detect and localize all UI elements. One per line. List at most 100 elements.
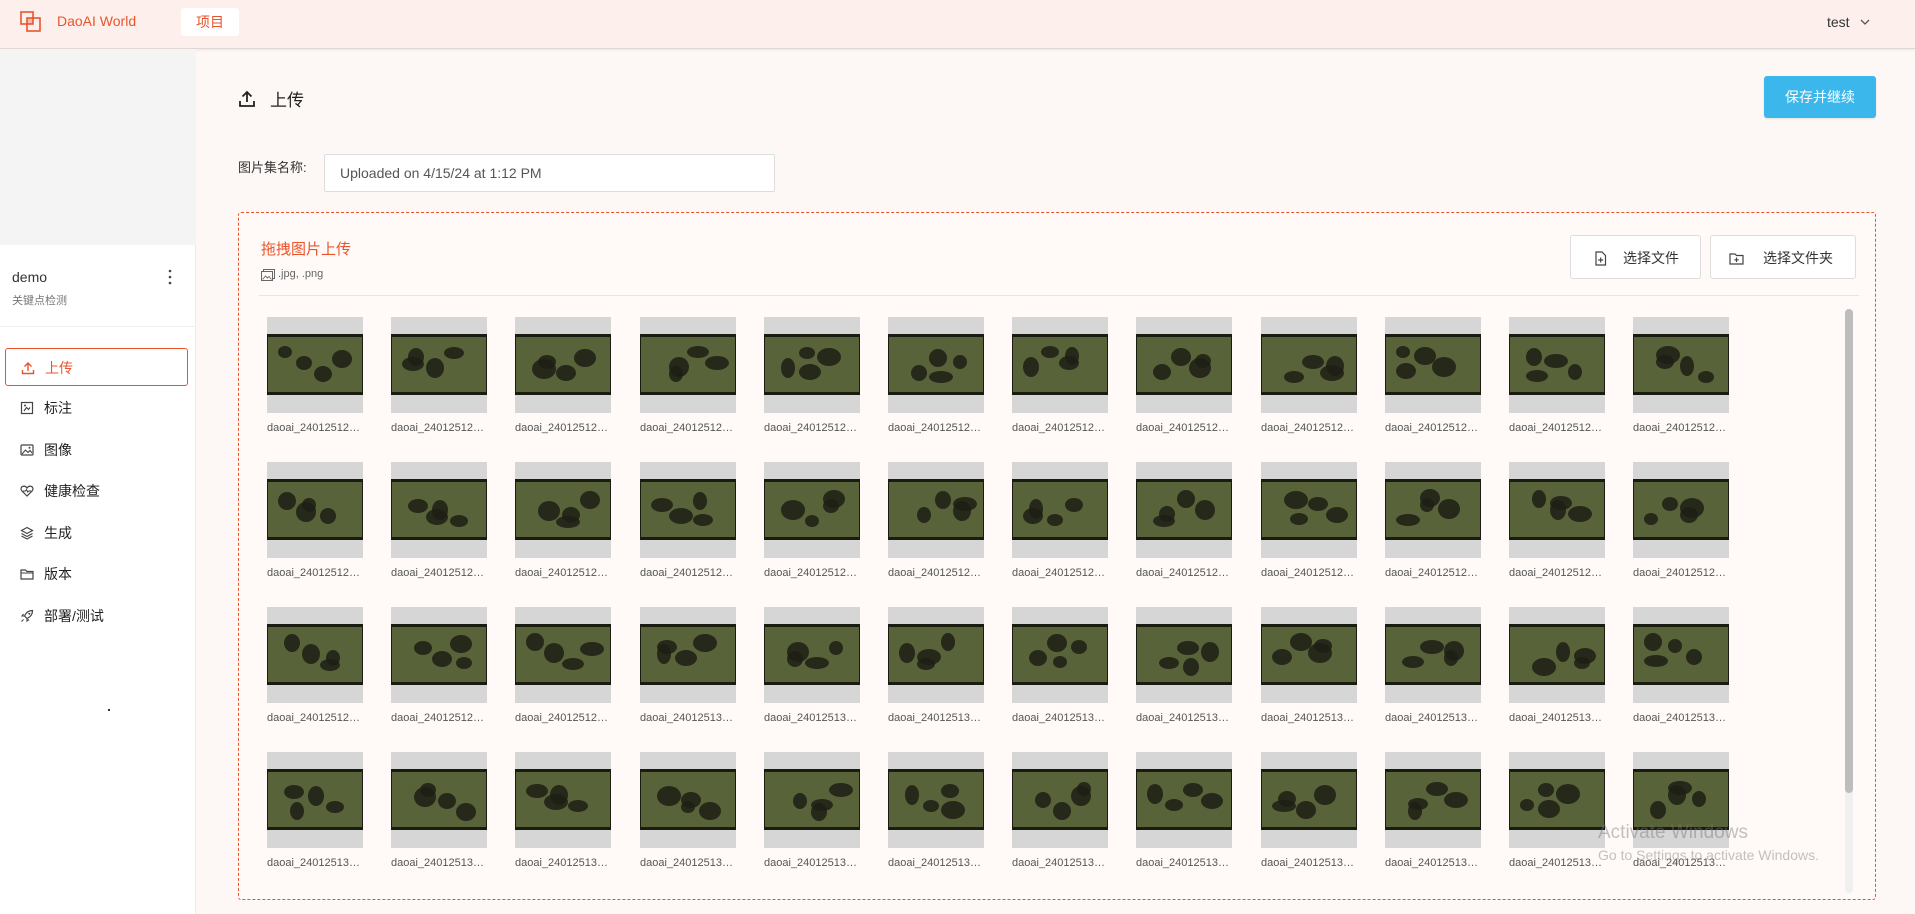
thumbnail-filename: daoai_240125125... [267,712,363,724]
annotate-icon [20,401,34,415]
image-thumbnail[interactable]: daoai_240125130... [1509,607,1605,724]
image-thumbnail[interactable]: daoai_240125130... [888,607,984,724]
thumbnail-image [640,317,736,413]
thumbnail-image [1012,752,1108,848]
scrollbar[interactable] [1845,309,1853,893]
image-thumbnail[interactable]: daoai_240125125... [515,462,611,579]
image-thumbnail[interactable]: daoai_240125130... [640,752,736,869]
top-bar: DaoAI World 项目 test [0,0,1915,49]
brand-name[interactable]: DaoAI World [57,13,136,29]
thumbnail-image [267,317,363,413]
image-thumbnail[interactable]: daoai_240125125... [267,462,363,579]
image-thumbnail[interactable]: daoai_240125130... [1136,752,1232,869]
sidebar-item-label: 生成 [44,525,72,541]
image-thumbnail[interactable]: daoai_240125125... [888,462,984,579]
thumbnail-photo [391,769,487,830]
thumbnail-photo [1633,624,1729,685]
image-thumbnail[interactable]: daoai_240125125... [1633,462,1729,579]
nav-projects[interactable]: 项目 [181,8,239,36]
image-thumbnail[interactable]: daoai_240125130... [1385,607,1481,724]
image-thumbnail[interactable]: daoai_240125125... [764,462,860,579]
image-thumbnail[interactable]: daoai_240125130... [764,752,860,869]
image-thumbnail[interactable]: daoai_240125125... [267,607,363,724]
sidebar-item-upload[interactable]: 上传 [5,348,188,386]
image-thumbnail[interactable]: daoai_240125124... [391,317,487,434]
image-thumbnail[interactable]: daoai_240125125... [1385,462,1481,579]
thumbnail-filename: daoai_240125124... [888,422,984,434]
thumbnail-photo [764,624,860,685]
image-thumbnail[interactable]: daoai_240125125... [1012,317,1108,434]
image-thumbnail[interactable]: daoai_240125130... [1509,752,1605,869]
image-thumbnail[interactable]: daoai_240125125... [1385,317,1481,434]
image-thumbnail[interactable]: daoai_240125125... [515,607,611,724]
sidebar-item-annotate[interactable]: 标注 [5,389,188,427]
image-thumbnail[interactable]: daoai_240125125... [1509,317,1605,434]
image-thumbnail[interactable]: daoai_240125130... [267,752,363,869]
image-thumbnail[interactable]: daoai_240125124... [267,317,363,434]
thumbnail-image [888,462,984,558]
thumbnail-filename: daoai_240125130... [267,857,363,869]
image-set-name-input[interactable] [324,154,775,192]
thumbnail-image [888,752,984,848]
image-thumbnail[interactable]: daoai_240125125... [1136,462,1232,579]
image-thumbnail[interactable]: daoai_240125124... [640,317,736,434]
image-thumbnail[interactable]: daoai_240125124... [764,317,860,434]
image-thumbnail[interactable]: daoai_240125130... [1012,607,1108,724]
image-thumbnail[interactable]: daoai_240125130... [1136,607,1232,724]
upload-dropzone[interactable]: 拖拽图片上传 .jpg, .png 选择文件 选择文件夹 daoai_24012… [238,212,1876,900]
image-thumbnail[interactable]: daoai_240125125... [1261,317,1357,434]
thumbnail-photo [1509,334,1605,395]
thumbnail-image [1261,462,1357,558]
thumbnail-photo [267,334,363,395]
image-thumbnail[interactable]: daoai_240125124... [888,317,984,434]
image-thumbnail[interactable]: daoai_240125125... [1136,317,1232,434]
scrollbar-thumb[interactable] [1845,309,1853,793]
image-thumbnail[interactable]: daoai_240125130... [391,752,487,869]
thumbnail-filename: daoai_240125125... [1633,567,1729,579]
sidebar-item-generate[interactable]: 生成 [5,514,188,552]
thumbnail-image [1509,317,1605,413]
sidebar-item-deploy[interactable]: 部署/测试 [5,597,188,635]
thumbnail-filename: daoai_240125130... [515,857,611,869]
sidebar: demo 关键点检测 上传 标注 图像 健康检查 生成 版本 部署/测试 [0,49,196,914]
image-thumbnail[interactable]: daoai_240125125... [1633,317,1729,434]
more-vertical-icon[interactable] [166,268,174,286]
image-thumbnail[interactable]: daoai_240125124... [515,317,611,434]
image-thumbnail[interactable]: daoai_240125125... [1012,462,1108,579]
image-thumbnail[interactable]: daoai_240125125... [391,607,487,724]
image-thumbnail[interactable]: daoai_240125130... [1261,752,1357,869]
image-thumbnail[interactable]: daoai_240125130... [888,752,984,869]
image-thumbnail[interactable]: daoai_240125125... [1509,462,1605,579]
image-thumbnail[interactable]: daoai_240125130... [1012,752,1108,869]
thumbnail-photo [1509,479,1605,540]
save-and-continue-button[interactable]: 保存并继续 [1764,76,1876,118]
image-thumbnail[interactable]: daoai_240125130... [764,607,860,724]
select-file-button[interactable]: 选择文件 [1570,235,1701,279]
thumbnail-photo [515,334,611,395]
sidebar-item-health-check[interactable]: 健康检查 [5,472,188,510]
thumbnail-image [888,607,984,703]
thumbnail-photo [888,479,984,540]
thumbnail-image [1012,317,1108,413]
image-thumbnail[interactable]: daoai_240125125... [640,462,736,579]
daoai-logo-icon[interactable] [19,10,43,34]
image-thumbnail[interactable]: daoai_240125130... [515,752,611,869]
select-folder-button[interactable]: 选择文件夹 [1710,235,1856,279]
thumbnail-photo [1136,479,1232,540]
sidebar-item-versions[interactable]: 版本 [5,555,188,593]
sidebar-item-label: 上传 [45,360,73,376]
image-thumbnail[interactable]: daoai_240125130... [1385,752,1481,869]
thumbnail-photo [515,624,611,685]
user-menu[interactable]: test [1827,14,1850,30]
image-thumbnail[interactable]: daoai_240125130... [1633,607,1729,724]
image-thumbnail[interactable]: daoai_240125125... [1261,462,1357,579]
image-thumbnail[interactable]: daoai_240125130... [1261,607,1357,724]
image-thumbnail[interactable]: daoai_240125130... [640,607,736,724]
layers-icon [20,526,34,540]
thumbnail-photo [764,334,860,395]
image-thumbnail[interactable]: daoai_240125125... [391,462,487,579]
sidebar-item-images[interactable]: 图像 [5,431,188,469]
image-icon [20,444,34,456]
chevron-down-icon[interactable] [1860,17,1870,27]
thumbnail-photo [764,479,860,540]
